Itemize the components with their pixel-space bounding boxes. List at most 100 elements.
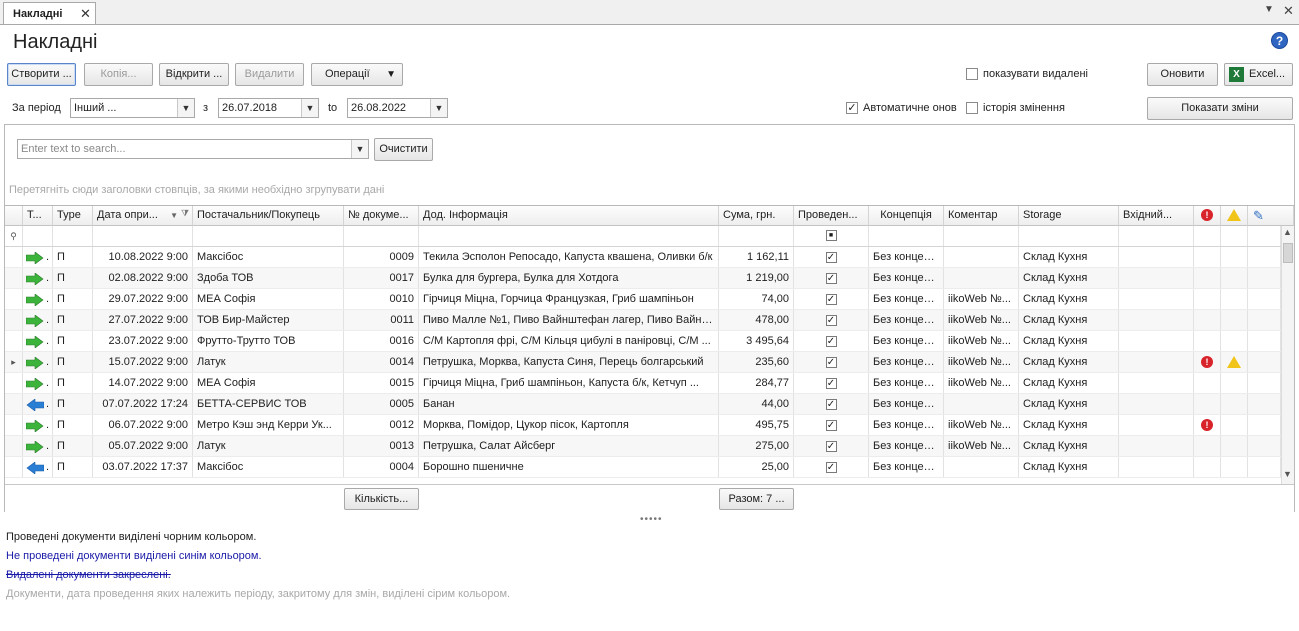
- concept-cell[interactable]: Без концепції: [869, 352, 944, 372]
- doc-no-cell[interactable]: 0012: [344, 415, 419, 435]
- error-cell[interactable]: [1194, 331, 1221, 351]
- incoming-cell[interactable]: [1119, 415, 1194, 435]
- supplier-cell[interactable]: БЕТТА-СЕРВИС ТОВ: [193, 394, 344, 414]
- incoming-cell[interactable]: [1119, 310, 1194, 330]
- filter-cell[interactable]: [1019, 226, 1119, 246]
- filter-cell[interactable]: [1119, 226, 1194, 246]
- warning-cell[interactable]: [1221, 457, 1248, 477]
- table-row[interactable]: . П 23.07.2022 9:00 Фрутто-Трутто ТОВ 0016 С/…: [5, 331, 1281, 352]
- filter-cell[interactable]: [93, 226, 193, 246]
- direction-cell[interactable]: .: [23, 310, 53, 330]
- search-input[interactable]: Enter text to search... ▼: [17, 139, 369, 159]
- error-cell[interactable]: [1194, 394, 1221, 414]
- concept-cell[interactable]: Без концепції: [869, 415, 944, 435]
- row-indicator[interactable]: [5, 268, 23, 288]
- info-cell[interactable]: Пиво Малле №1, Пиво Вайнштефан лагер, Пи…: [419, 310, 719, 330]
- type-cell[interactable]: П: [53, 436, 93, 456]
- filter-cell[interactable]: [193, 226, 344, 246]
- table-row[interactable]: . П 27.07.2022 9:00 ТОВ Бир-Майстер 0011 Пиво…: [5, 310, 1281, 331]
- supplier-cell[interactable]: Максібос: [193, 247, 344, 267]
- supplier-cell[interactable]: Латук: [193, 436, 344, 456]
- error-cell[interactable]: [1194, 289, 1221, 309]
- row-indicator[interactable]: [5, 310, 23, 330]
- scroll-down-icon[interactable]: ▼: [1283, 469, 1292, 479]
- error-cell[interactable]: !: [1194, 415, 1221, 435]
- period-select[interactable]: Інший ... ▼: [70, 98, 195, 118]
- filter-cell[interactable]: [1248, 226, 1281, 246]
- row-indicator[interactable]: [5, 289, 23, 309]
- date-cell[interactable]: 23.07.2022 9:00: [93, 331, 193, 351]
- filter-cell[interactable]: [53, 226, 93, 246]
- posted-checkbox[interactable]: ✓: [794, 373, 869, 393]
- concept-cell[interactable]: Без концепції: [869, 268, 944, 288]
- sum-cell[interactable]: 495,75: [719, 415, 794, 435]
- doc-no-cell[interactable]: 0013: [344, 436, 419, 456]
- excel-button[interactable]: X Excel...: [1224, 63, 1293, 86]
- date-cell[interactable]: 29.07.2022 9:00: [93, 289, 193, 309]
- storage-cell[interactable]: Склад Кухня: [1019, 352, 1119, 372]
- storage-cell[interactable]: Склад Кухня: [1019, 415, 1119, 435]
- sum-cell[interactable]: 235,60: [719, 352, 794, 372]
- edit-cell[interactable]: [1248, 289, 1281, 309]
- comment-cell[interactable]: [944, 394, 1019, 414]
- doc-no-cell[interactable]: 0009: [344, 247, 419, 267]
- info-cell[interactable]: Булка для бургера, Булка для Хотдога: [419, 268, 719, 288]
- direction-cell[interactable]: .: [23, 415, 53, 435]
- info-cell[interactable]: Банан: [419, 394, 719, 414]
- date-cell[interactable]: 06.07.2022 9:00: [93, 415, 193, 435]
- show-changes-button[interactable]: Показати зміни: [1147, 97, 1293, 120]
- type-cell[interactable]: П: [53, 268, 93, 288]
- auto-refresh-checkbox[interactable]: ✓: [846, 102, 858, 114]
- posted-check[interactable]: ✓: [825, 398, 837, 410]
- concept-cell[interactable]: Без концепції: [869, 373, 944, 393]
- header-edit[interactable]: ✎: [1248, 206, 1294, 226]
- posted-checkbox[interactable]: ✓: [794, 394, 869, 414]
- date-cell[interactable]: 07.07.2022 17:24: [93, 394, 193, 414]
- incoming-cell[interactable]: [1119, 457, 1194, 477]
- posted-checkbox[interactable]: ✓: [794, 436, 869, 456]
- incoming-cell[interactable]: [1119, 373, 1194, 393]
- header-incoming[interactable]: Вхідний...: [1119, 206, 1194, 226]
- header-supplier[interactable]: Постачальник/Покупець: [193, 206, 344, 226]
- incoming-cell[interactable]: [1119, 247, 1194, 267]
- type-cell[interactable]: П: [53, 457, 93, 477]
- doc-no-cell[interactable]: 0011: [344, 310, 419, 330]
- header-warnings[interactable]: [1221, 206, 1248, 226]
- posted-check[interactable]: ✓: [825, 293, 837, 305]
- header-info[interactable]: Дод. Інформація: [419, 206, 719, 226]
- delete-button[interactable]: Видалити: [235, 63, 304, 86]
- comment-cell[interactable]: iikoWeb №...: [944, 310, 1019, 330]
- error-cell[interactable]: [1194, 373, 1221, 393]
- warning-cell[interactable]: [1221, 289, 1248, 309]
- total-summary[interactable]: Разом: 7 ...: [719, 488, 794, 510]
- posted-checkbox[interactable]: ✓: [794, 310, 869, 330]
- sum-cell[interactable]: 3 495,64: [719, 331, 794, 351]
- posted-checkbox[interactable]: ✓: [794, 352, 869, 372]
- comment-cell[interactable]: iikoWeb №...: [944, 436, 1019, 456]
- header-type[interactable]: Type: [53, 206, 93, 226]
- posted-check[interactable]: ✓: [825, 272, 837, 284]
- doc-no-cell[interactable]: 0005: [344, 394, 419, 414]
- supplier-cell[interactable]: МЕА Софія: [193, 289, 344, 309]
- chevron-down-icon[interactable]: ▼: [430, 99, 447, 117]
- change-history-checkbox[interactable]: [966, 102, 978, 114]
- clear-search-button[interactable]: Очистити: [374, 138, 433, 161]
- chevron-down-icon[interactable]: ▼: [301, 99, 318, 117]
- posted-check[interactable]: ✓: [825, 440, 837, 452]
- info-cell[interactable]: Морква, Помідор, Цукор пісок, Картопля: [419, 415, 719, 435]
- comment-cell[interactable]: iikoWeb №...: [944, 289, 1019, 309]
- type-cell[interactable]: П: [53, 331, 93, 351]
- header-errors[interactable]: !: [1194, 206, 1221, 226]
- table-row[interactable]: . П 10.08.2022 9:00 Максібос 0009 Текила Эспо…: [5, 247, 1281, 268]
- edit-cell[interactable]: [1248, 394, 1281, 414]
- row-indicator[interactable]: [5, 436, 23, 456]
- copy-button[interactable]: Копія...: [84, 63, 153, 86]
- type-cell[interactable]: П: [53, 247, 93, 267]
- incoming-cell[interactable]: [1119, 331, 1194, 351]
- concept-cell[interactable]: Без концепції: [869, 457, 944, 477]
- storage-cell[interactable]: Склад Кухня: [1019, 436, 1119, 456]
- header-doc-no[interactable]: № докуме...: [344, 206, 419, 226]
- doc-no-cell[interactable]: 0004: [344, 457, 419, 477]
- info-cell[interactable]: Борошно пшеничне: [419, 457, 719, 477]
- supplier-cell[interactable]: Метро Кэш энд Керри Ук...: [193, 415, 344, 435]
